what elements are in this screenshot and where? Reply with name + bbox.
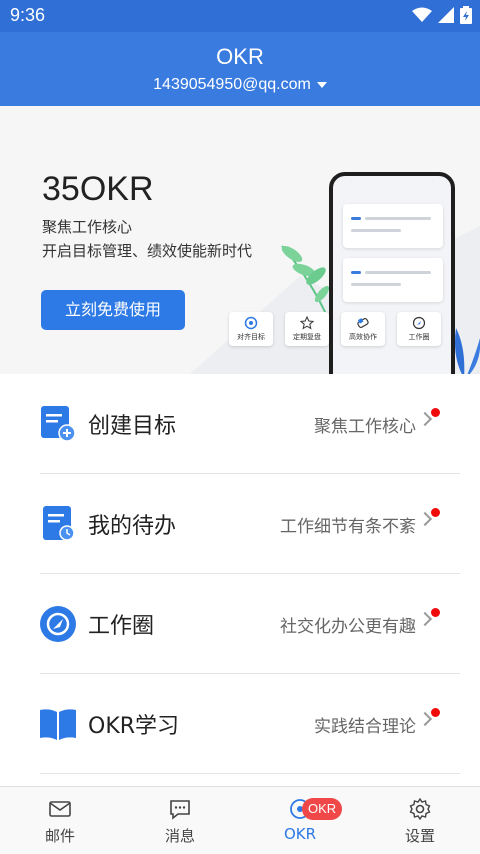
feature-chip: 高效协作 (341, 312, 385, 346)
menu-item-work-circle[interactable]: 工作圈 社交化办公更有趣 (0, 574, 480, 674)
battery-icon (460, 6, 472, 24)
notification-dot (431, 508, 440, 517)
menu-item-description: 社交化办公更有趣 (280, 617, 416, 637)
account-switcher[interactable]: 1439054950@qq.com (0, 76, 480, 94)
banner-subtitle-2: 开启目标管理、绩效使能新时代 (42, 242, 253, 260)
menu-item-label: 创建目标 (88, 414, 177, 439)
menu-item-okr-learning[interactable]: OKR学习 实践结合理论 (0, 674, 480, 774)
book-icon (40, 709, 76, 740)
star-icon (300, 316, 314, 330)
menu-item-label: OKR学习 (88, 714, 180, 739)
tab-messages[interactable]: 消息 (120, 787, 240, 854)
menu-item-description: 实践结合理论 (314, 717, 416, 737)
feature-chip-label: 高效协作 (349, 333, 377, 341)
create-goal-icon (41, 406, 76, 442)
notification-dot (431, 408, 440, 417)
wifi-icon (412, 7, 432, 22)
menu-item-description: 聚焦工作核心 (314, 417, 416, 437)
todo-icon (43, 506, 75, 541)
signal-icon (438, 7, 454, 23)
start-free-button[interactable]: 立刻免费使用 (41, 290, 185, 330)
feature-chip: 对齐目标 (229, 312, 273, 346)
mail-icon (49, 801, 71, 817)
banner-title: 35OKR (42, 170, 154, 208)
feature-chip-label: 定期复盘 (293, 333, 321, 341)
feature-chip: 工作圈 (397, 312, 441, 346)
tab-okr[interactable]: OKR OKR (240, 787, 360, 854)
compass-icon (412, 316, 426, 330)
work-circle-icon (40, 606, 76, 642)
gear-icon (409, 797, 431, 821)
feature-chip-label: 工作圈 (408, 333, 430, 341)
status-icons (412, 6, 472, 24)
target-icon (244, 316, 258, 330)
chevron-right-icon (417, 411, 433, 427)
notification-dot (431, 608, 440, 617)
promo-banner: 35OKR 聚焦工作核心 开启目标管理、绩效使能新时代 立刻免费使用 对齐目标 … (0, 106, 480, 374)
menu-item-label: 我的待办 (88, 514, 177, 539)
menu-item-label: 工作圈 (88, 614, 155, 639)
message-icon (170, 800, 190, 820)
phone-card (343, 204, 443, 248)
chevron-right-icon (417, 611, 433, 627)
bottom-tab-bar: 邮件 消息 OKR OKR 设置 (0, 786, 480, 854)
tab-label: 设置 (404, 827, 435, 845)
okr-badge: OKR (302, 798, 343, 820)
chevron-right-icon (417, 511, 433, 527)
app-header: OKR 1439054950@qq.com (0, 32, 480, 106)
menu-item-description: 工作细节有条不紊 (280, 517, 416, 537)
chevron-down-icon (316, 81, 327, 88)
chevron-right-icon (417, 711, 433, 727)
feature-chip-label: 对齐目标 (237, 333, 265, 341)
tab-label: 消息 (164, 827, 195, 845)
divider (40, 773, 460, 774)
status-bar: 9:36 (0, 0, 480, 32)
account-email: 1439054950@qq.com (153, 76, 311, 93)
notification-dot (431, 708, 440, 717)
menu-item-create-goal[interactable]: 创建目标 聚焦工作核心 (0, 374, 480, 474)
tab-label: OKR (283, 825, 317, 843)
menu-item-todo[interactable]: 我的待办 工作细节有条不紊 (0, 474, 480, 574)
status-time: 9:36 (10, 5, 46, 25)
banner-subtitle: 聚焦工作核心 (42, 218, 133, 236)
handshake-icon (357, 318, 369, 328)
feature-chip: 定期复盘 (285, 312, 329, 346)
tab-settings[interactable]: 设置 (360, 787, 480, 854)
phone-card (343, 258, 443, 302)
page-title: OKR (216, 44, 264, 69)
tab-mail[interactable]: 邮件 (0, 787, 120, 854)
tab-label: 邮件 (44, 827, 75, 845)
